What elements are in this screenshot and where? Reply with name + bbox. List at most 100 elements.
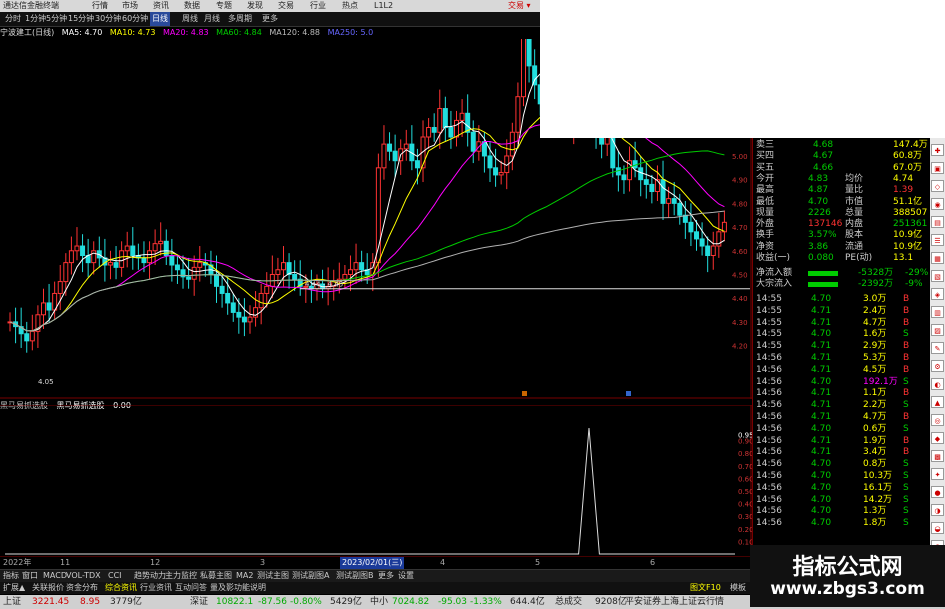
sidebar-icon-8[interactable]: ◈ <box>931 288 944 300</box>
sidebar-icon-6[interactable]: ▦ <box>931 252 944 264</box>
sidebar-icon-14[interactable]: ▲ <box>931 396 944 408</box>
sidebar-icon-19[interactable]: ● <box>931 486 944 498</box>
sidebar-icon-11[interactable]: ✎ <box>931 342 944 354</box>
period-5[interactable]: 60分钟 <box>122 12 148 26</box>
tab-f10[interactable]: 图文F10 <box>690 582 721 594</box>
candle-body <box>387 143 393 152</box>
candle-body <box>119 250 125 268</box>
sidebar-icon-16[interactable]: ◆ <box>931 432 944 444</box>
trade-volume: 1.9万 <box>863 435 887 446</box>
status-item-14[interactable]: 总成交 <box>555 595 582 609</box>
flow-row: 大宗流入 -2392万 -9% <box>753 279 931 290</box>
ext-tab-6[interactable]: 量及影功能说明 <box>210 582 266 594</box>
tab-9[interactable]: 测试主图 <box>257 570 289 582</box>
menu-market2[interactable]: 市场 <box>122 0 138 12</box>
sidebar-icon-17[interactable]: ▩ <box>931 450 944 462</box>
quote-label2: 流通 <box>845 241 864 252</box>
candle-body <box>414 160 420 169</box>
sidebar-icon-2[interactable]: ◇ <box>931 180 944 192</box>
period-8[interactable]: 月线 <box>204 12 220 26</box>
menu-news[interactable]: 资讯 <box>153 0 169 12</box>
status-item-0[interactable]: 上证 <box>3 595 21 609</box>
date-label-7: 6 <box>650 558 656 567</box>
tab-8[interactable]: MA2 <box>236 570 253 582</box>
period-2[interactable]: 5分钟 <box>46 12 67 26</box>
tab-13[interactable]: 设置 <box>398 570 414 582</box>
sidebar-icon-1[interactable]: ▣ <box>931 162 944 174</box>
status-item-4[interactable]: 深证 <box>190 595 208 609</box>
event-marker[interactable] <box>522 391 527 396</box>
sidebar-icon-13[interactable]: ◐ <box>931 378 944 390</box>
candle-body <box>359 262 365 271</box>
sidebar-icon-12[interactable]: ⚙ <box>931 360 944 372</box>
sidebar-icon-10[interactable]: ▨ <box>931 324 944 336</box>
period-10[interactable]: 更多 <box>262 12 278 26</box>
period-6[interactable]: 日线 <box>150 12 170 26</box>
quote-label2: PE(动) <box>845 253 873 263</box>
trade-row: 14:56 4.71 4.7万 B <box>753 412 931 424</box>
candle-body <box>465 112 471 133</box>
ext-tab-4[interactable]: 行业资讯 <box>140 582 172 594</box>
ma60-label: MA60: 4.84 <box>216 28 262 37</box>
quote-label2: 量比 <box>845 185 864 196</box>
tab-11[interactable]: 测试副图B <box>336 570 374 582</box>
tab-5[interactable]: 趋势动力 <box>134 570 166 582</box>
tab-10[interactable]: 测试副图A <box>292 570 329 582</box>
menu-topic[interactable]: 专题 <box>216 0 232 12</box>
candle-body <box>258 292 264 309</box>
sidebar-icon-0[interactable]: ✚ <box>931 144 944 156</box>
tab-6[interactable]: 主力监控 <box>165 570 197 582</box>
menu-industry[interactable]: 行业 <box>310 0 326 12</box>
candle-body <box>454 119 460 138</box>
quote-row: 现量 2226 总量 388507 <box>753 208 931 219</box>
event-marker[interactable] <box>626 391 631 396</box>
menu-data[interactable]: 数据 <box>184 0 200 12</box>
tab-3[interactable]: VOL-TDX <box>66 570 101 582</box>
menu-hot[interactable]: 热点 <box>342 0 358 12</box>
menu-l1l2[interactable]: L1L2 <box>374 0 393 12</box>
period-4[interactable]: 30分钟 <box>95 12 121 26</box>
trade-side: S <box>903 494 909 505</box>
period-0[interactable]: 分时 <box>5 12 21 26</box>
period-9[interactable]: 多周期 <box>228 12 252 26</box>
tab-4[interactable]: CCI <box>108 570 122 582</box>
candle-body <box>57 281 63 294</box>
ext-tab-3[interactable]: 综合资讯 <box>105 582 137 594</box>
trade-price: 4.70 <box>811 494 832 505</box>
tab-12[interactable]: 更多 <box>378 570 394 582</box>
menu-trade[interactable]: 交易 <box>278 0 294 12</box>
sidebar-icon-5[interactable]: ☰ <box>931 234 944 246</box>
indicator-chart[interactable]: 0.950.900.800.700.600.500.400.300.200.10 <box>0 405 752 556</box>
trade-button[interactable]: 交易 ▾ <box>508 0 540 12</box>
tab-7[interactable]: 私募主图 <box>200 570 232 582</box>
ext-tab-5[interactable]: 互动问答 <box>175 582 207 594</box>
status-item-9[interactable]: 中小 <box>370 595 388 609</box>
candle-body <box>643 179 649 185</box>
ext-tab-0[interactable]: 扩展▲ <box>3 582 25 594</box>
tab-0[interactable]: 指标 <box>3 570 19 582</box>
menu-market[interactable]: 行情 <box>92 0 108 12</box>
ma120-label: MA120: 4.88 <box>269 28 321 37</box>
sidebar-icon-9[interactable]: ▥ <box>931 306 944 318</box>
trade-row: 14:56 4.70 192.1万 S <box>753 377 931 389</box>
period-1[interactable]: 1分钟 <box>25 12 46 26</box>
sidebar-icon-15[interactable]: ◎ <box>931 414 944 426</box>
sidebar-icon-20[interactable]: ◑ <box>931 504 944 516</box>
period-3[interactable]: 15分钟 <box>68 12 94 26</box>
tab-1[interactable]: 窗口 <box>22 570 38 582</box>
sidebar-icon-18[interactable]: ✦ <box>931 468 944 480</box>
ext-tab-2[interactable]: 资金分布 <box>66 582 98 594</box>
period-7[interactable]: 周线 <box>182 12 198 26</box>
tab-2[interactable]: MACD <box>43 570 67 582</box>
sidebar-icon-4[interactable]: ▤ <box>931 216 944 228</box>
trade-side: S <box>903 376 909 387</box>
trade-time: 14:56 <box>756 400 782 411</box>
ext-tab-1[interactable]: 关联报价 <box>32 582 64 594</box>
sidebar-icon-7[interactable]: ▧ <box>931 270 944 282</box>
trade-row: 14:56 4.71 4.5万 B <box>753 365 931 377</box>
quote-label: 最高 <box>756 185 775 196</box>
menu-discover[interactable]: 发现 <box>247 0 263 12</box>
sidebar-icon-21[interactable]: ◒ <box>931 522 944 534</box>
tab-template[interactable]: 模板 <box>730 582 746 594</box>
sidebar-icon-3[interactable]: ◉ <box>931 198 944 210</box>
